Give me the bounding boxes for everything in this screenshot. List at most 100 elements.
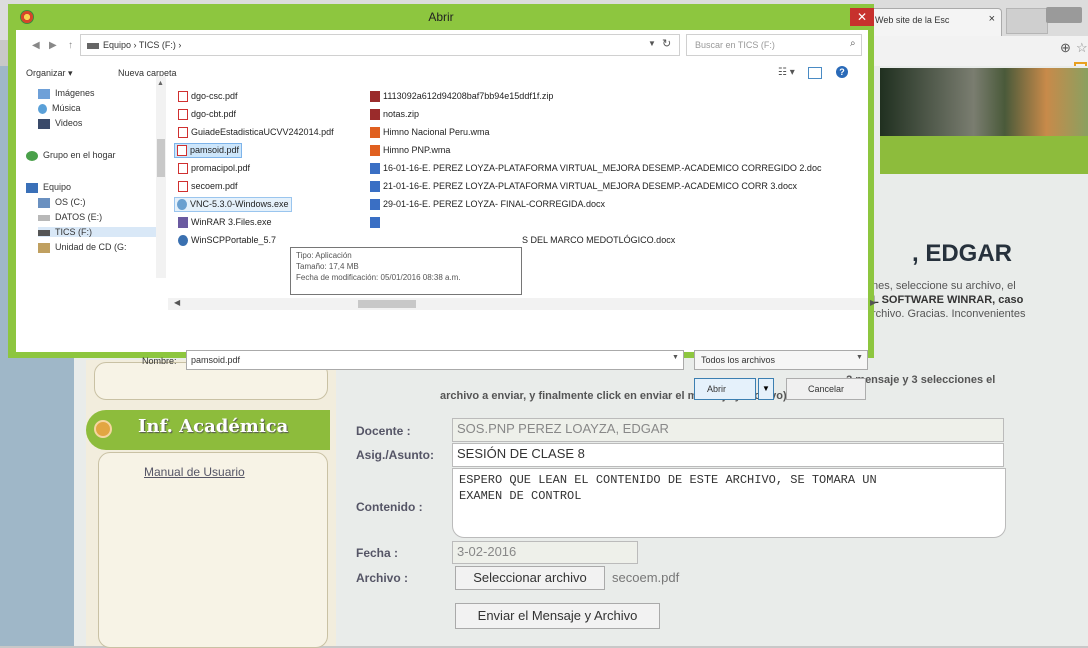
subject-field[interactable]: SESIÓN DE CLASE 8 — [452, 443, 1004, 467]
search-input[interactable]: Buscar en TICS (F:) — [686, 34, 862, 56]
drive-icon — [38, 197, 50, 208]
dialog-close-button[interactable]: ✕ — [850, 8, 874, 26]
address-bar-area[interactable] — [868, 36, 1088, 67]
file-item[interactable]: promacipol.pdf — [176, 162, 252, 175]
wma-icon — [370, 145, 380, 157]
zip-icon — [370, 91, 380, 103]
file-item[interactable]: 29-01-16-E. PEREZ LOYZA- FINAL-CORREGIDA… — [368, 198, 607, 211]
nav-item-videos[interactable]: Videos — [38, 118, 82, 129]
nav-item-homegroup[interactable]: Grupo en el hogar — [26, 150, 116, 161]
nav-item-music[interactable]: Música — [38, 103, 81, 114]
file-item[interactable]: Himno PNP.wma — [368, 144, 452, 157]
open-options-icon[interactable]: ▼ — [758, 378, 774, 400]
word-icon — [370, 181, 380, 193]
nav-item-computer[interactable]: Equipo — [26, 182, 71, 193]
contenido-label: Contenido : — [356, 500, 423, 514]
nav-item-cd-drive[interactable]: Unidad de CD (G: — [38, 242, 127, 253]
filename-input[interactable]: pamsoid.pdf — [186, 350, 684, 370]
file-item[interactable]: secoem.pdf — [176, 180, 240, 193]
scroll-up-icon[interactable]: ▲ — [157, 80, 164, 87]
user-manual-link[interactable]: Manual de Usuario — [144, 465, 245, 479]
academic-menu-box — [98, 452, 328, 648]
profile-button[interactable] — [1046, 7, 1082, 23]
file-item[interactable]: Himno Nacional Peru.wma — [368, 126, 492, 139]
pictures-icon — [38, 88, 50, 99]
fecha-label: Fecha : — [356, 546, 399, 560]
pdf-icon — [178, 127, 188, 139]
menu-academic-info[interactable]: Inf. Académica — [86, 410, 330, 450]
search-icon[interactable]: ⌕ — [850, 38, 856, 49]
path-dropdown-icon[interactable]: ▼ — [648, 39, 656, 48]
chosen-file-name: secoem.pdf — [612, 570, 680, 585]
navigation-pane: Imágenes Música Videos Grupo en el hogar… — [16, 86, 168, 296]
chrome-app-icon — [20, 10, 34, 24]
file-open-dialog: Abrir ✕ ◀ ▶ ↑ Equipo › TICS (F:) › ▼ ↻ B… — [8, 4, 876, 400]
nav-item-drive-e[interactable]: DATOS (E:) — [38, 212, 102, 222]
help-icon[interactable]: ? — [836, 66, 848, 78]
new-folder-button[interactable]: Nueva carpeta — [118, 68, 177, 78]
new-tab-button[interactable] — [1006, 8, 1048, 34]
preview-pane-icon[interactable] — [808, 67, 822, 79]
nav-pane-scrollbar[interactable] — [156, 76, 166, 278]
file-item[interactable]: WinSCPPortable_5.7 — [176, 234, 278, 247]
nav-pane-scroll-thumb[interactable] — [157, 139, 165, 177]
drive-icon — [38, 214, 50, 221]
chevron-down-icon[interactable]: ▼ — [672, 354, 679, 361]
file-item[interactable]: 21-01-16-E. PEREZ LOYZA-PLATAFORMA VIRTU… — [368, 180, 799, 193]
file-item[interactable]: notas.zip — [368, 108, 421, 121]
wma-icon — [370, 127, 380, 139]
header-green-band — [880, 136, 1088, 174]
file-item[interactable]: S DEL MARCO MEDOTLÓGICO.docx — [520, 234, 677, 246]
file-item[interactable]: GuiadeEstadisticaUCVV242014.pdf — [176, 126, 336, 139]
file-type-select[interactable]: Todos los archivos — [694, 350, 868, 370]
music-icon — [38, 103, 47, 114]
tab-close-icon[interactable]: × — [989, 14, 995, 25]
browser-tab[interactable]: Web site de la Esc × — [868, 8, 1002, 36]
send-message-button[interactable]: Enviar el Mensaje y Archivo — [455, 603, 660, 629]
docente-label: Docente : — [356, 424, 411, 438]
word-icon — [370, 163, 380, 175]
file-item-hovered[interactable]: VNC-5.3.0-Windows.exe — [174, 197, 292, 213]
nav-item-drive-f[interactable]: TICS (F:) — [38, 227, 158, 237]
refresh-icon[interactable]: ↻ — [662, 37, 671, 50]
file-item-selected[interactable]: pamsoid.pdf — [174, 143, 243, 159]
back-arrow-icon[interactable]: ◀ — [32, 40, 40, 51]
dialog-toolbar: Organizar ▾ Nueva carpeta ☷ ▾ ? — [16, 64, 868, 87]
zoom-icon[interactable]: ⊕ — [1060, 40, 1071, 56]
file-item[interactable]: 1113092a612d94208baf7bb94e15ddf1f.zip — [368, 90, 555, 103]
star-icon[interactable]: ☆ — [1076, 40, 1088, 56]
filename-label: Nombre: — [142, 356, 177, 366]
file-item[interactable]: dgo-csc.pdf — [176, 90, 240, 103]
pdf-icon — [178, 109, 188, 121]
computer-icon — [87, 42, 99, 49]
nav-item-pictures[interactable]: Imágenes — [38, 88, 95, 99]
path-breadcrumb[interactable]: Equipo › TICS (F:) › — [80, 34, 680, 56]
file-item[interactable]: dgo-cbt.pdf — [176, 108, 238, 121]
nav-item-drive-c[interactable]: OS (C:) — [38, 197, 86, 208]
usb-drive-icon — [38, 229, 50, 236]
choose-file-button[interactable]: Seleccionar archivo — [455, 566, 605, 590]
menu-academic-label: Inf. Académica — [138, 416, 289, 437]
file-info-tooltip: Tipo: Aplicación Tamaño: 17,4 MB Fecha d… — [290, 247, 522, 295]
up-arrow-icon[interactable]: ↑ — [68, 40, 73, 51]
path-text: Equipo › TICS (F:) › — [103, 40, 182, 50]
file-item[interactable]: 16-01-16-E. PEREZ LOYZA-PLATAFORMA VIRTU… — [368, 162, 862, 175]
pdf-icon — [177, 145, 187, 157]
file-item[interactable]: WinRAR 3.Files.exe — [176, 216, 274, 229]
browser-tab-title: Web site de la Esc — [875, 15, 950, 25]
tooltip-modified: Fecha de modificación: 05/01/2016 08:38 … — [296, 273, 461, 282]
organize-button[interactable]: Organizar ▾ — [26, 68, 73, 79]
content-textarea[interactable]: ESPERO QUE LEAN EL CONTENIDO DE ESTE ARC… — [452, 468, 1006, 538]
file-item[interactable] — [368, 216, 385, 229]
cancel-button[interactable]: Cancelar — [786, 378, 866, 400]
scroll-left-icon[interactable]: ◀ — [174, 298, 180, 307]
horizontal-scrollbar[interactable] — [168, 298, 868, 310]
exe-icon — [177, 199, 187, 211]
forward-arrow-icon[interactable]: ▶ — [49, 40, 57, 51]
chevron-down-icon[interactable]: ▼ — [856, 354, 863, 361]
scroll-right-icon[interactable]: ▶ — [870, 298, 876, 307]
horizontal-scroll-thumb[interactable] — [358, 300, 416, 308]
tooltip-type: Tipo: Aplicación — [296, 251, 352, 260]
views-icon[interactable]: ☷ ▾ — [778, 67, 795, 78]
open-button[interactable]: Abrir — [694, 378, 756, 400]
